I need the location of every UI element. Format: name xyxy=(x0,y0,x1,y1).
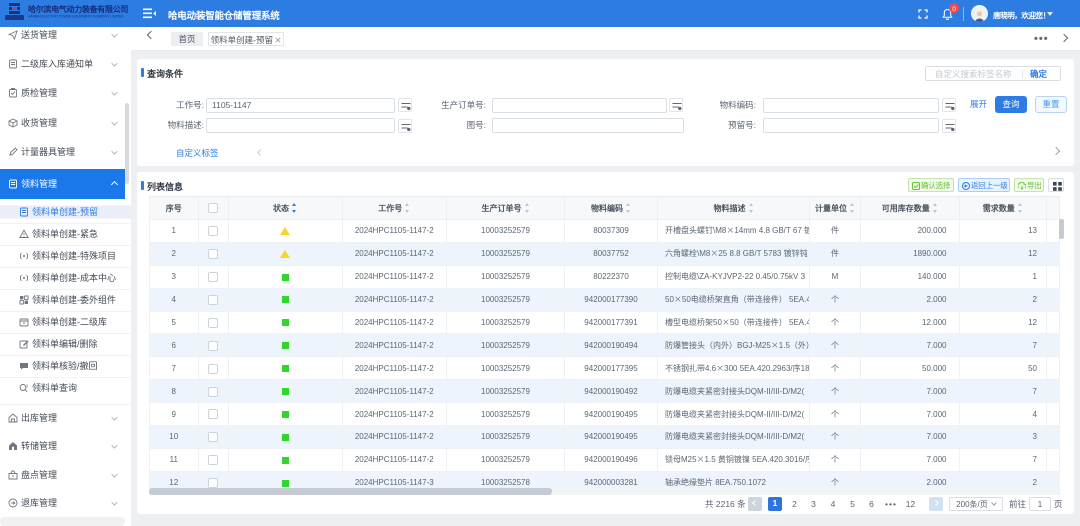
svg-text:3: 3 xyxy=(26,383,29,389)
